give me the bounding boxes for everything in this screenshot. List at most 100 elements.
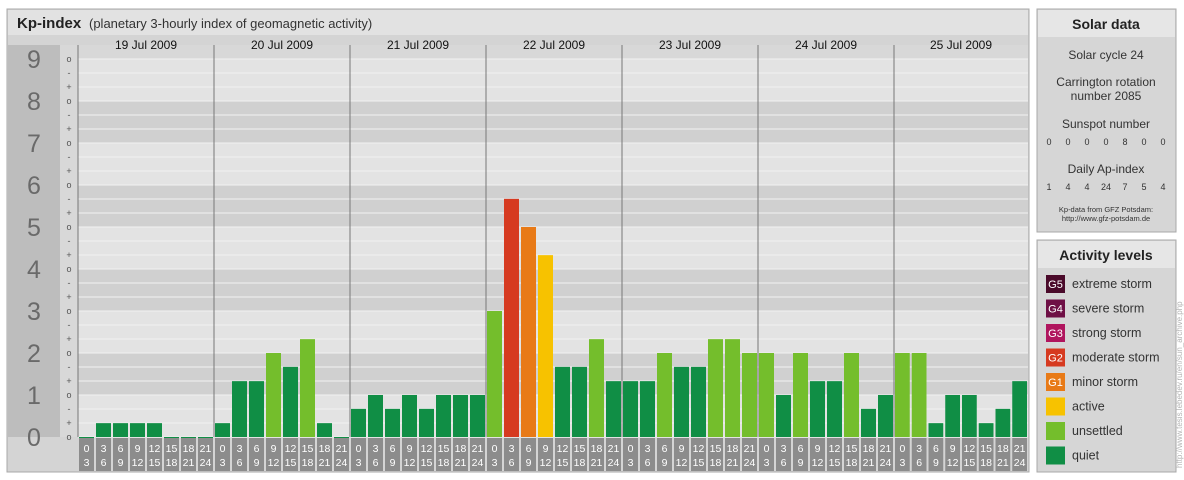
hour-start-label: 15 <box>710 443 722 455</box>
kp-bar <box>878 395 893 437</box>
ap-value: 4 <box>1065 182 1070 192</box>
hour-end-label: 9 <box>390 457 396 469</box>
watermark: http://www.tesis.lebedev.ru/en/sun_archi… <box>1175 301 1184 468</box>
ap-value: 4 <box>1160 182 1165 192</box>
minor-tick-label: + <box>66 418 71 428</box>
kp-bar <box>436 395 451 437</box>
ap-value: 4 <box>1084 182 1089 192</box>
x-axis-hours: 0336699121215151818212124033669912121515… <box>79 438 1027 471</box>
hour-end-label: 15 <box>421 457 433 469</box>
legend-code: G3 <box>1048 328 1063 340</box>
hour-start-label: 21 <box>472 443 484 455</box>
credit-line1: Kp-data from GFZ Potsdam: <box>1059 205 1153 214</box>
hour-end-label: 15 <box>285 457 297 469</box>
kp-bar <box>810 381 825 437</box>
minor-tick-label: + <box>66 292 71 302</box>
kp-bar <box>725 339 740 437</box>
hour-end-label: 3 <box>84 457 90 469</box>
hour-end-label: 6 <box>916 457 922 469</box>
kp-bar <box>130 423 145 437</box>
hour-end-label: 18 <box>980 457 992 469</box>
y-tick-label: 6 <box>27 172 41 200</box>
hour-end-label: 3 <box>356 457 362 469</box>
hour-start-label: 3 <box>645 443 651 455</box>
minor-tick-label: - <box>68 194 71 204</box>
minor-tick-label: o <box>66 264 71 274</box>
y-tick-label: 1 <box>27 382 41 410</box>
legend-label: strong storm <box>1072 326 1141 340</box>
hour-end-label: 18 <box>302 457 314 469</box>
hour-end-label: 6 <box>373 457 379 469</box>
credit-link[interactable]: http://www.gfz-potsdam.de <box>1062 214 1150 223</box>
ap-label: Daily Ap-index <box>1068 162 1145 176</box>
kp-band <box>78 143 1028 185</box>
kp-bar <box>606 381 621 437</box>
minor-tick-label: - <box>68 404 71 414</box>
kp-bar <box>351 408 366 437</box>
hour-end-label: 15 <box>557 457 569 469</box>
minor-tick-label: o <box>66 390 71 400</box>
kp-bar <box>147 423 162 437</box>
hour-start-label: 0 <box>84 443 90 455</box>
solar-data-heading: Solar data <box>1072 16 1140 32</box>
y-tick-label: 2 <box>27 340 41 368</box>
sunspot-value: 0 <box>1103 137 1108 147</box>
hour-start-label: 21 <box>1014 443 1026 455</box>
hour-end-label: 6 <box>509 457 515 469</box>
hour-start-label: 9 <box>271 443 277 455</box>
hour-start-label: 3 <box>781 443 787 455</box>
hour-end-label: 24 <box>472 457 484 469</box>
kp-bar <box>674 366 689 437</box>
minor-tick-label: + <box>66 250 71 260</box>
ap-value: 5 <box>1141 182 1146 192</box>
hour-start-label: 6 <box>118 443 124 455</box>
hour-end-label: 9 <box>118 457 124 469</box>
hour-end-label: 12 <box>947 457 959 469</box>
legend-code: G5 <box>1048 279 1063 291</box>
hour-start-label: 0 <box>764 443 770 455</box>
ap-value: 1 <box>1046 182 1051 192</box>
hour-end-label: 12 <box>812 457 824 469</box>
hour-start-label: 6 <box>526 443 532 455</box>
day-label: 20 Jul 2009 <box>251 38 313 52</box>
hour-end-label: 24 <box>336 457 348 469</box>
kp-bar <box>555 366 570 437</box>
legend-label: quiet <box>1072 449 1100 463</box>
sunspot-label: Sunspot number <box>1062 117 1150 131</box>
hour-end-label: 6 <box>101 457 107 469</box>
kp-bar <box>572 366 587 437</box>
kp-bar <box>776 395 791 437</box>
kp-band <box>78 185 1028 227</box>
kp-bar <box>827 381 842 437</box>
kp-bar <box>928 423 944 437</box>
kp-bar <box>962 395 977 437</box>
hour-end-label: 9 <box>526 457 532 469</box>
hour-end-label: 21 <box>591 457 603 469</box>
kp-band <box>78 59 1028 101</box>
hour-start-label: 3 <box>237 443 243 455</box>
hour-start-label: 0 <box>356 443 362 455</box>
ap-value: 24 <box>1101 182 1111 192</box>
y-tick-label: 0 <box>27 424 41 452</box>
sunspot-value: 0 <box>1046 137 1051 147</box>
minor-tick-label: + <box>66 124 71 134</box>
hour-end-label: 3 <box>764 457 770 469</box>
hour-end-label: 3 <box>492 457 498 469</box>
hour-start-label: 21 <box>336 443 348 455</box>
kp-bar <box>232 381 247 437</box>
hour-start-label: 9 <box>679 443 685 455</box>
minor-tick-label: - <box>68 152 71 162</box>
kp-bar <box>521 227 536 437</box>
minor-tick-label: o <box>66 306 71 316</box>
hour-end-label: 12 <box>268 457 280 469</box>
hour-end-label: 21 <box>455 457 467 469</box>
minor-tick-label: o <box>66 138 71 148</box>
legend-code: G4 <box>1048 304 1063 316</box>
chart-subtitle: (planetary 3-hourly index of geomagnetic… <box>89 16 372 31</box>
kp-bar <box>708 339 723 437</box>
hour-end-label: 6 <box>645 457 651 469</box>
kp-band <box>78 101 1028 143</box>
legend-label: severe storm <box>1072 302 1144 316</box>
hour-start-label: 9 <box>407 443 413 455</box>
hour-start-label: 12 <box>829 443 841 455</box>
